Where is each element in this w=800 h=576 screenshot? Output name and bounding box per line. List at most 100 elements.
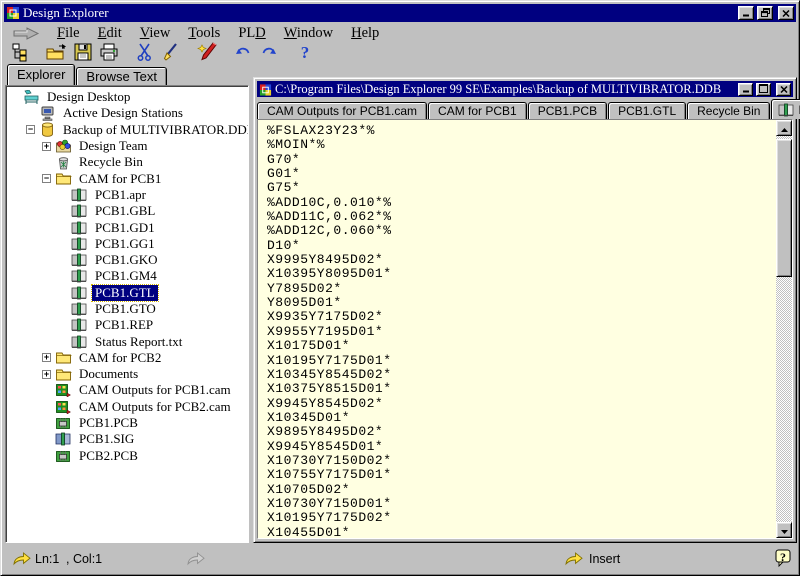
doc-tab-label: Recycle Bin [697, 104, 760, 118]
tree-item-pcb1-gd1[interactable]: PCB1.GD1 [6, 219, 248, 235]
explorer-toggle-icon [11, 42, 31, 65]
tree-item-pcb1-sig[interactable]: PCB1.SIG [6, 431, 248, 447]
context-help-button[interactable]: ? [775, 549, 792, 568]
tree-item-label: PCB1.GBL [92, 203, 158, 219]
code-line: X9945Y8545D02* [267, 396, 776, 410]
doc-tab-pcb1-gtl[interactable]: PCB1.GTL [608, 102, 686, 119]
tree-item-recycle-bin[interactable]: Recycle Bin [6, 154, 248, 170]
tree-item-design-team[interactable]: +Design Team [6, 138, 248, 154]
doc-minimize-button[interactable] [738, 83, 753, 96]
tree-item-pcb1-apr[interactable]: PCB1.apr [6, 187, 248, 203]
expand-icon[interactable]: + [42, 370, 51, 379]
expand-icon[interactable]: + [42, 353, 51, 362]
save-button[interactable] [70, 42, 96, 65]
gerber-text[interactable]: %FSLAX23Y23*%%MOIN*%G70*G01*G75*%ADD10C,… [258, 120, 776, 538]
main-titlebar[interactable]: Design Explorer [4, 4, 796, 22]
tree-item-label: PCB1.PCB [76, 415, 141, 431]
cut-button[interactable] [132, 42, 158, 65]
code-line: X10175D01* [267, 338, 776, 352]
tree-item-pcb1-pcb[interactable]: PCB1.PCB [6, 415, 248, 431]
scroll-track[interactable] [776, 277, 792, 522]
doc-tab-pcb1-pcb[interactable]: PCB1.PCB [528, 102, 607, 119]
tree-item-documents[interactable]: +Documents [6, 366, 248, 382]
redo-icon [259, 44, 279, 63]
document-titlebar[interactable]: C:\Program Files\Design Explorer 99 SE\E… [257, 81, 793, 97]
tree-item-status-report-txt[interactable]: Status Report.txt [6, 333, 248, 349]
paste-button[interactable] [158, 42, 184, 65]
tree-item-active-design-stations[interactable]: Active Design Stations [6, 105, 248, 121]
undo-icon [233, 44, 253, 63]
tree-item-pcb1-gbl[interactable]: PCB1.GBL [6, 203, 248, 219]
menu-pld[interactable]: PLD [229, 24, 274, 43]
tree-item-label: PCB1.GKO [92, 252, 161, 268]
arrow-up-icon [781, 119, 788, 137]
tree-item-pcb1-gm4[interactable]: PCB1.GM4 [6, 268, 248, 284]
nav-forward-icon [564, 551, 584, 566]
help-button[interactable]: ? [292, 42, 318, 65]
document-icon [778, 103, 794, 117]
menu-edit[interactable]: Edit [89, 24, 131, 43]
doc-tab-pcb1-gtl-active[interactable]: PCB1.GTL [771, 99, 800, 119]
tree-item-backup-of-multivibrator-ddb[interactable]: − Backup of MULTIVIBRATOR.DDB [6, 122, 248, 138]
menu-help[interactable]: Help [342, 24, 388, 43]
tree-item-cam-for-pcb2[interactable]: +CAM for PCB2 [6, 350, 248, 366]
expand-icon[interactable]: + [42, 142, 51, 151]
minimize-button[interactable] [738, 6, 754, 20]
tree-item-label: PCB1.apr [92, 187, 149, 203]
menu-bar: FileEditViewToolsPLDWindowHelp [4, 23, 796, 43]
scroll-thumb[interactable] [776, 139, 792, 277]
tree-item-label: CAM for PCB1 [76, 171, 164, 187]
doc-maximize-button[interactable] [756, 83, 771, 96]
menu-tools[interactable]: Tools [179, 24, 229, 43]
tab-explorer[interactable]: Explorer [7, 64, 75, 85]
menu-file[interactable]: File [48, 24, 89, 43]
document-icon [71, 187, 88, 203]
tree-item-pcb1-gtl[interactable]: PCB1.GTL [6, 285, 248, 301]
tree-item-label: Backup of MULTIVIBRATOR.DDB [60, 122, 249, 138]
collapse-icon[interactable]: − [26, 125, 35, 134]
line-indicator: Ln:1 [35, 552, 59, 566]
tree-item-pcb2-pcb[interactable]: PCB2.PCB [6, 448, 248, 464]
pld-arrow-icon[interactable] [12, 27, 42, 40]
document-icon [71, 236, 88, 252]
insert-mode-indicator: Insert [589, 552, 620, 566]
cut-icon [135, 42, 155, 65]
tree-item-pcb1-gko[interactable]: PCB1.GKO [6, 252, 248, 268]
doc-tab-recycle-bin[interactable]: Recycle Bin [687, 102, 770, 119]
menu-window[interactable]: Window [275, 24, 342, 43]
nav-back-disabled-icon [186, 551, 206, 566]
redo-button[interactable] [256, 42, 282, 65]
panel-tabs: ExplorerBrowse Text [5, 64, 249, 85]
print-button[interactable] [96, 42, 122, 65]
maximize-icon [759, 80, 768, 98]
scroll-up-button[interactable] [776, 120, 792, 136]
document-icon [71, 252, 88, 268]
app-logo-icon [6, 6, 20, 20]
collapse-icon[interactable]: − [42, 174, 51, 183]
tree-item-pcb1-gg1[interactable]: PCB1.GG1 [6, 236, 248, 252]
wizard-icon [196, 42, 218, 65]
tree-item-pcb1-rep[interactable]: PCB1.REP [6, 317, 248, 333]
tree-item-pcb1-gto[interactable]: PCB1.GTO [6, 301, 248, 317]
tree-item-cam-for-pcb1[interactable]: − CAM for PCB1 [6, 170, 248, 186]
restore-icon [761, 4, 770, 22]
tree-item-design-desktop[interactable]: Design Desktop [6, 89, 248, 105]
scroll-down-button[interactable] [776, 522, 792, 538]
close-button[interactable] [778, 6, 794, 20]
doc-close-button[interactable] [776, 83, 791, 96]
undo-button[interactable] [230, 42, 256, 65]
menu-view[interactable]: View [131, 24, 180, 43]
code-line: %ADD11C,0.062*% [267, 209, 776, 223]
open-folder-button[interactable] [44, 42, 70, 65]
explorer-toggle-button[interactable] [8, 42, 34, 65]
tree-item-cam-outputs-for-pcb2-cam[interactable]: CAM Outputs for PCB2.cam [6, 399, 248, 415]
doc-tab-cam-for-pcb1[interactable]: CAM for PCB1 [428, 102, 527, 119]
help-icon: ? [298, 43, 312, 64]
wizard-button[interactable] [194, 42, 220, 65]
restore-button[interactable] [757, 6, 773, 20]
desktop-icon [23, 89, 40, 105]
tree-item-cam-outputs-for-pcb1-cam[interactable]: CAM Outputs for PCB1.cam [6, 382, 248, 398]
tab-browse-text[interactable]: Browse Text [76, 67, 167, 85]
doc-tab-cam-outputs-for-pcb1-cam[interactable]: CAM Outputs for PCB1.cam [257, 102, 427, 119]
doc-tab-label: PCB1.GTL [618, 104, 676, 118]
